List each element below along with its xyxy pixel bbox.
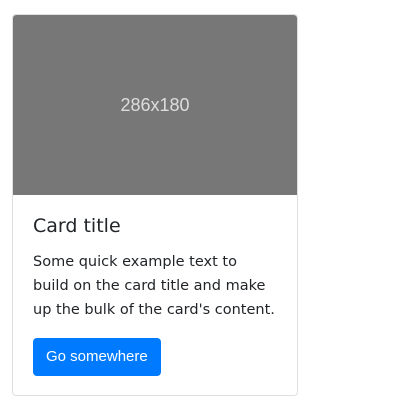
card-image-label: 286x180 [120,94,190,115]
card-image-placeholder: 286x180 [13,15,297,195]
go-somewhere-button[interactable]: Go somewhere [33,337,161,376]
card-body: Card title Some quick example text to bu… [13,195,297,376]
card: 286x180 Card title Some quick example te… [12,14,298,396]
card-text: Some quick example text to build on the … [33,253,275,318]
card-title: Card title [33,215,121,237]
